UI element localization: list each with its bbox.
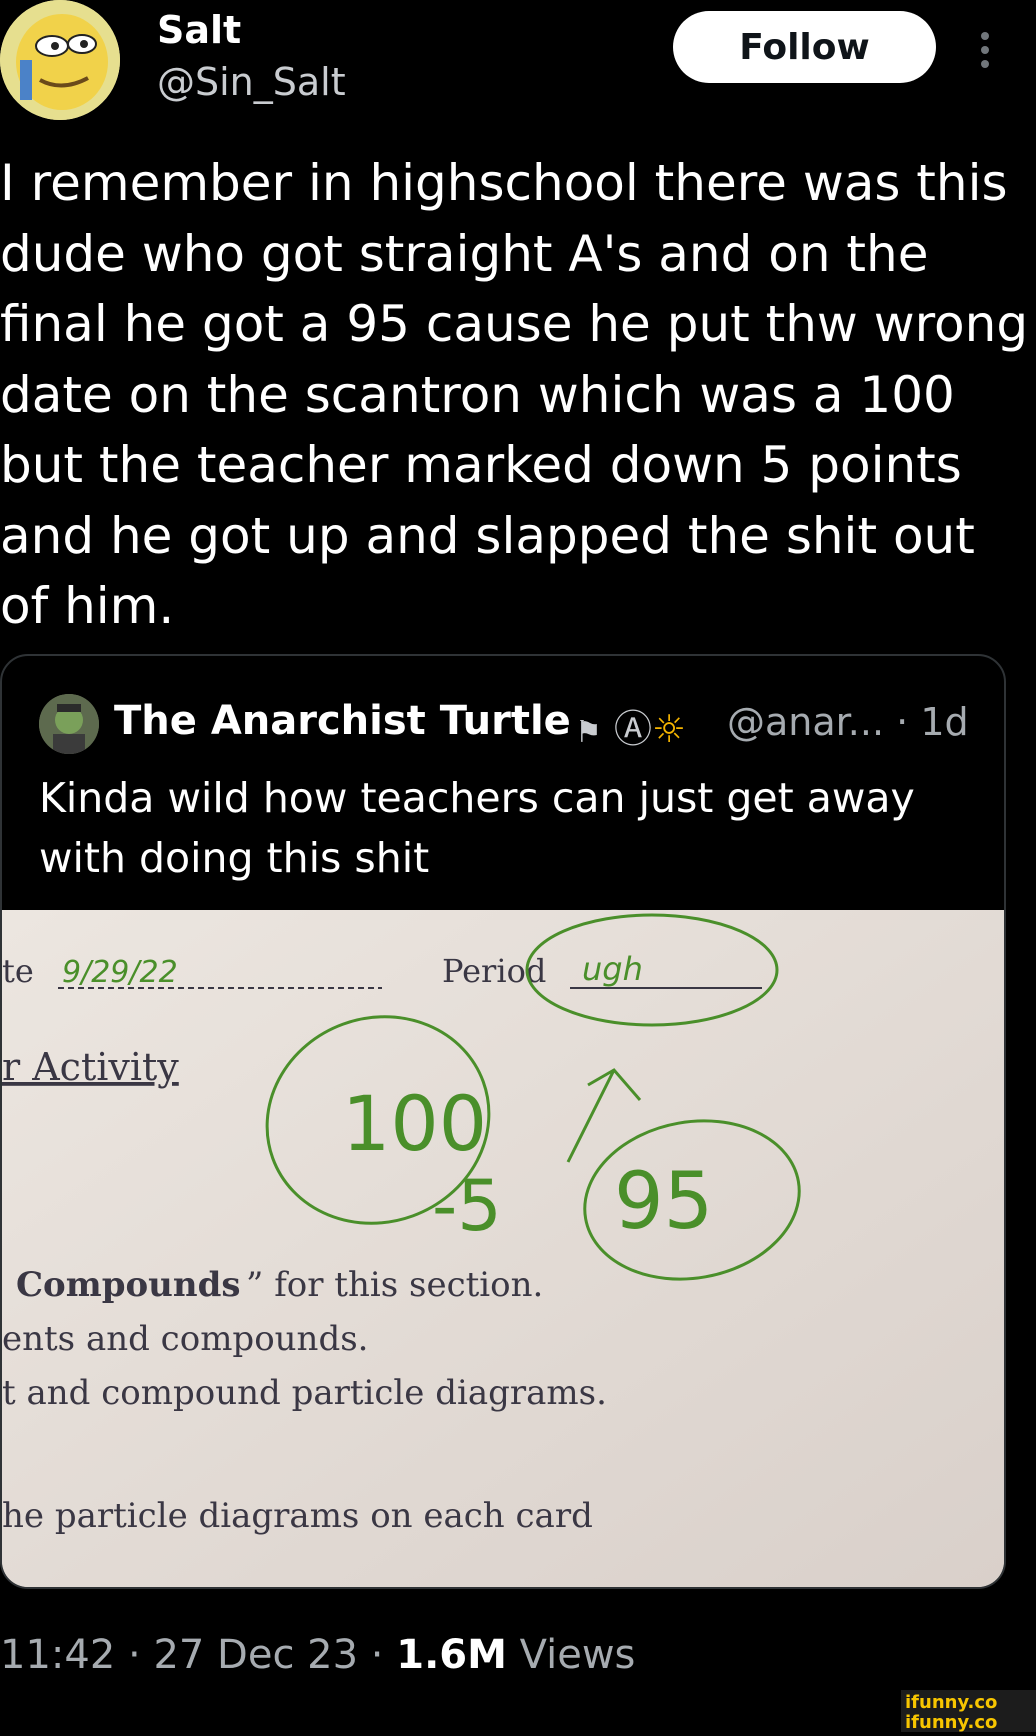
photo-line2: ents and compounds. (2, 1319, 368, 1359)
photo-line1-bold: Compounds (16, 1265, 241, 1305)
more-options-icon[interactable] (970, 20, 1000, 80)
user-handle[interactable]: @Sin_Salt (157, 60, 346, 104)
photo-line3: t and compound particle diagrams. (2, 1373, 607, 1413)
ifunny-watermark: ifunny.co ifunny.co (901, 1690, 1036, 1733)
quoted-user-avatar[interactable] (39, 694, 99, 754)
views-label: Views (519, 1632, 636, 1678)
quoted-tweet[interactable]: The Anarchist Turtle ⚑ Ⓐ☼ @anar... · 1d … (0, 654, 1006, 1589)
sun-icon: ☼ (652, 707, 687, 751)
quoted-text: Kinda wild how teachers can just get awa… (39, 774, 915, 882)
photo-deduction: -5 (432, 1165, 502, 1247)
flag-icon: ⚑ (575, 715, 602, 750)
photo-line4: he particle diagrams on each card (2, 1496, 593, 1536)
meta-separator: · (896, 700, 909, 744)
watermark-line1: ifunny.co (905, 1692, 997, 1713)
quoted-user-handle[interactable]: @anar... (727, 700, 884, 744)
tweet-time[interactable]: 11:42 (0, 1632, 115, 1678)
anarchy-badge: Ⓐ (614, 707, 653, 751)
user-name[interactable]: Salt (157, 8, 241, 52)
user-avatar[interactable] (0, 0, 120, 120)
photo-period-value: ugh (582, 950, 643, 988)
quoted-photo[interactable]: te Period r Activity Compounds ” for thi… (2, 910, 1004, 1587)
quoted-meta: @anar... · 1d (727, 700, 969, 744)
tweet-text: I remember in highschool there was this … (0, 154, 1029, 635)
tweet-header: Salt @Sin_Salt Follow (0, 0, 1036, 130)
tweet-meta: 11:42 · 27 Dec 23 · 1.6M Views (0, 1632, 636, 1678)
photo-score: 100 (342, 1079, 487, 1168)
quoted-age: 1d (920, 700, 969, 744)
photo-final-score: 95 (614, 1157, 713, 1247)
watermark-line2: ifunny.co (905, 1712, 997, 1732)
follow-button[interactable]: Follow (673, 11, 936, 83)
photo-date-label: te (2, 952, 34, 990)
tweet-date[interactable]: 27 Dec 23 (153, 1632, 358, 1678)
photo-heading: r Activity (2, 1045, 179, 1089)
views-count: 1.6M (396, 1632, 507, 1678)
photo-date-value: 9/29/22 (62, 955, 178, 990)
quoted-user-name[interactable]: The Anarchist Turtle (114, 698, 571, 744)
quoted-user-badges: ⚑ Ⓐ☼ (575, 698, 686, 753)
photo-line1-rest: ” for this section. (246, 1265, 543, 1305)
